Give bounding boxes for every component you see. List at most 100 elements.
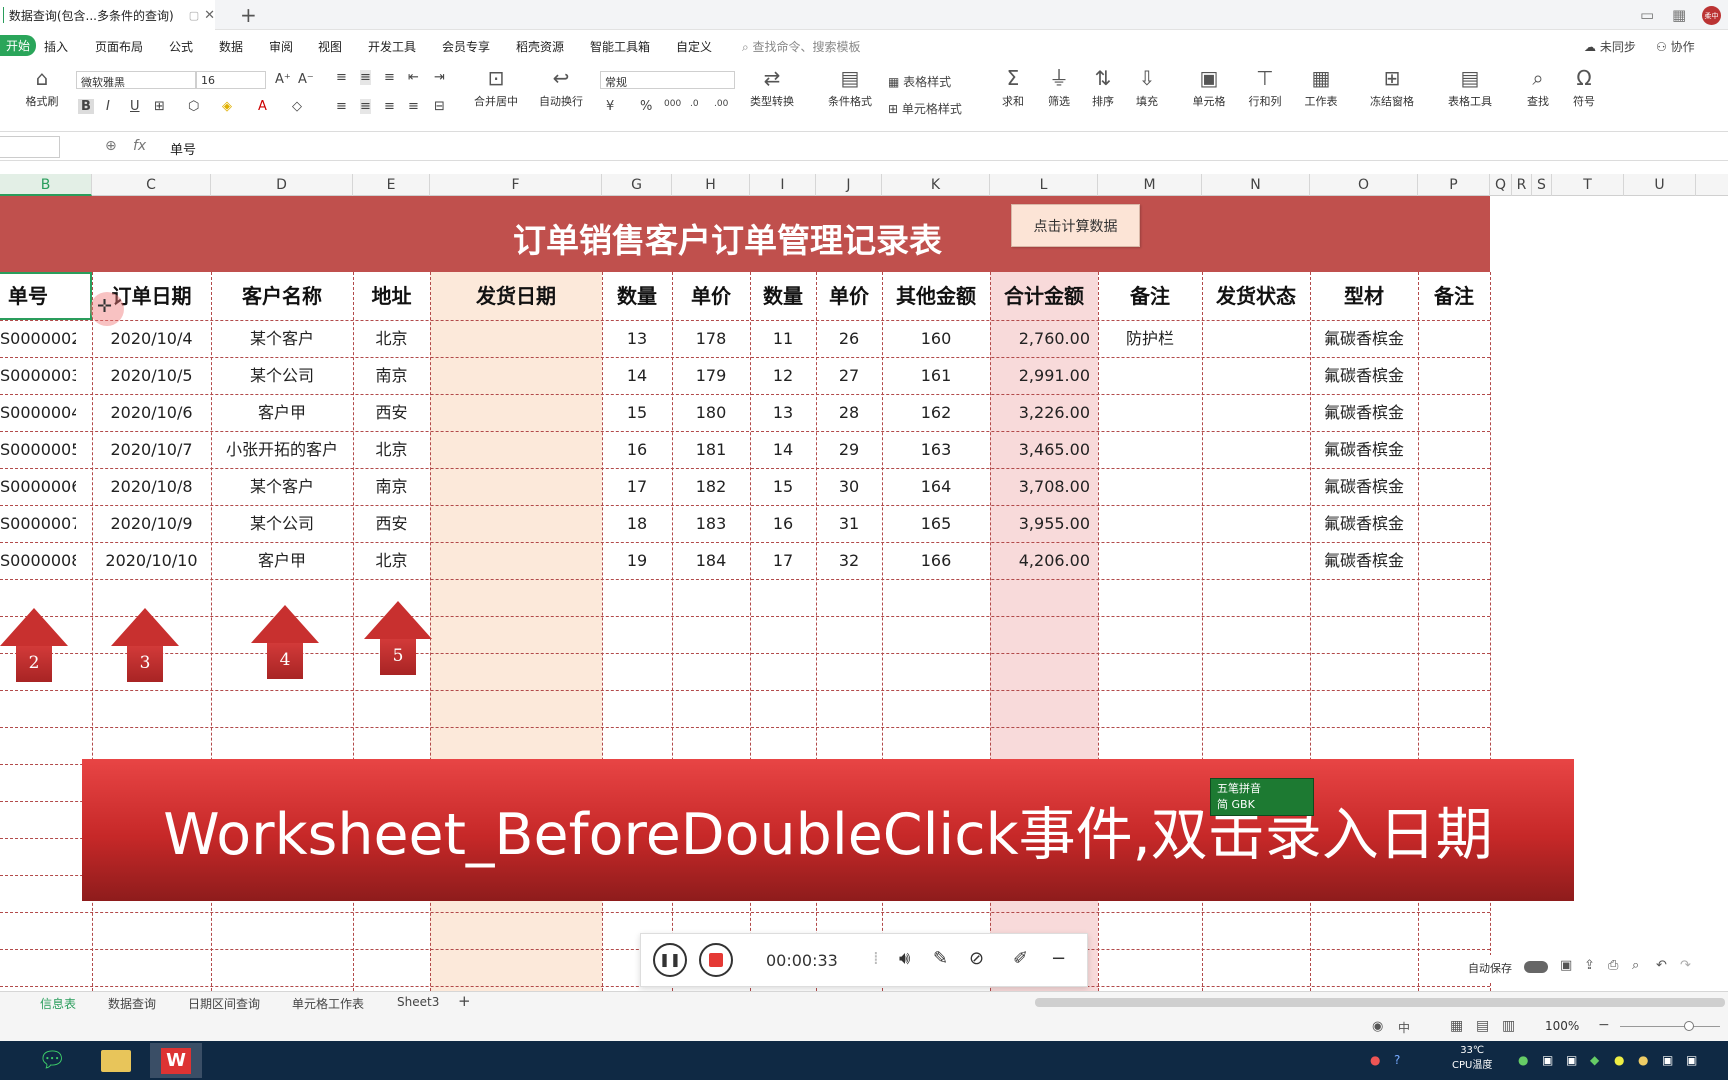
col-header-h[interactable]: H	[672, 174, 750, 196]
font-grow-icon[interactable]: A⁺	[275, 72, 291, 87]
col-header-p[interactable]: P	[1418, 174, 1490, 196]
cell-profile[interactable]: 氟碳香槟金	[1310, 357, 1418, 394]
horizontal-scrollbar[interactable]	[1035, 998, 1725, 1007]
sheet-tab-cell-sheet[interactable]: 单元格工作表	[292, 995, 364, 1012]
help-tray-icon[interactable]: ?	[1394, 1053, 1400, 1067]
speaker-icon[interactable]: 🔊︎	[899, 948, 910, 969]
menu-formula[interactable]: 公式	[169, 38, 193, 55]
col-header-c[interactable]: C	[92, 174, 211, 196]
calculate-data-button[interactable]: 点击计算数据	[1011, 204, 1140, 247]
type-convert-button[interactable]: ⇄ 类型转换	[742, 66, 802, 109]
cell-button[interactable]: ▣ 单元格	[1184, 66, 1234, 109]
sheet-tab-info[interactable]: 信息表	[40, 995, 76, 1012]
pause-button[interactable]: ❚❚	[653, 943, 687, 977]
menu-data[interactable]: 数据	[219, 38, 243, 55]
col-header-e[interactable]: E	[353, 174, 430, 196]
increase-decimal-icon[interactable]: .0	[690, 99, 699, 109]
font-name-select[interactable]: 微软雅黑	[76, 71, 196, 89]
header-remark[interactable]: 备注	[1098, 272, 1202, 320]
cell-order-no[interactable]: S0000005	[0, 431, 76, 468]
cell-ship-status[interactable]	[1202, 357, 1310, 394]
cell-ship-date[interactable]	[430, 394, 602, 431]
font-shrink-icon[interactable]: A⁻	[298, 72, 314, 87]
cell-remark[interactable]	[1098, 394, 1202, 431]
cell-remark-2[interactable]	[1418, 542, 1490, 579]
window-icon[interactable]: ▢	[189, 9, 199, 22]
zoom-slider-handle[interactable]	[1684, 1021, 1694, 1031]
cell-ship-date[interactable]	[430, 468, 602, 505]
indent-increase-icon[interactable]: ⇥	[434, 70, 445, 85]
col-header-g[interactable]: G	[602, 174, 672, 196]
col-header-l[interactable]: L	[990, 174, 1098, 196]
cell-order-date[interactable]: 2020/10/5	[92, 357, 211, 394]
align-top-icon[interactable]: ≡	[336, 70, 347, 85]
cell-other-amount[interactable]: 164	[882, 468, 990, 505]
header-qty-1[interactable]: 数量	[602, 272, 672, 320]
cell-order-no[interactable]: S0000004	[0, 394, 76, 431]
font-size-select[interactable]: 16	[196, 71, 266, 89]
cell-ship-status[interactable]	[1202, 542, 1310, 579]
cell-customer[interactable]: 某个公司	[211, 505, 353, 542]
sheet-tab-date-range[interactable]: 日期区间查询	[188, 995, 260, 1012]
menu-smart-toolbox[interactable]: 智能工具箱	[590, 38, 650, 55]
user-avatar[interactable]: 柔中	[1702, 6, 1721, 25]
save-icon[interactable]: ▣	[1560, 958, 1572, 973]
underline-button[interactable]: U	[130, 99, 140, 114]
cell-ship-date[interactable]	[430, 505, 602, 542]
add-sheet-icon[interactable]: +	[458, 992, 471, 1010]
cell-address[interactable]: 南京	[353, 357, 430, 394]
cell-price-2[interactable]: 29	[816, 431, 882, 468]
cell-qty-1[interactable]: 14	[602, 357, 672, 394]
cell-profile[interactable]: 氟碳香槟金	[1310, 431, 1418, 468]
cell-customer[interactable]: 某个客户	[211, 468, 353, 505]
cell-order-no[interactable]: S0000002	[0, 320, 76, 357]
cell-customer[interactable]: 某个客户	[211, 320, 353, 357]
clear-format-icon[interactable]: ◇	[292, 99, 302, 114]
indent-decrease-icon[interactable]: ⇤	[408, 70, 419, 85]
input-mode[interactable]: 中	[1398, 1019, 1410, 1036]
align-middle-icon[interactable]: ≡	[360, 70, 371, 85]
print-icon[interactable]: ⎙	[1608, 958, 1618, 973]
col-header-k[interactable]: K	[882, 174, 990, 196]
cell-qty-1[interactable]: 16	[602, 431, 672, 468]
align-left-icon[interactable]: ≡	[336, 99, 347, 114]
cell-remark[interactable]	[1098, 357, 1202, 394]
cell-customer[interactable]: 小张开拓的客户	[211, 431, 353, 468]
border-icon[interactable]: ⊞	[154, 99, 165, 114]
header-profile[interactable]: 型材	[1310, 272, 1418, 320]
menu-docer[interactable]: 稻壳资源	[516, 38, 564, 55]
cell-price-2[interactable]: 30	[816, 468, 882, 505]
sheet-tab-sheet3[interactable]: Sheet3	[397, 995, 439, 1009]
cell-style-button[interactable]: ⊞ 单元格样式	[888, 100, 962, 117]
drag-handle-icon[interactable]: ⁞	[873, 948, 879, 969]
align-center-icon[interactable]: ≡	[360, 99, 371, 114]
header-customer[interactable]: 客户名称	[211, 272, 353, 320]
col-header-m[interactable]: M	[1098, 174, 1202, 196]
col-header-u[interactable]: U	[1624, 174, 1696, 196]
cell-order-no[interactable]: S0000007	[0, 505, 76, 542]
cell-qty-1[interactable]: 13	[602, 320, 672, 357]
symbol-button[interactable]: Ω 符号	[1564, 66, 1604, 109]
menu-developer[interactable]: 开发工具	[368, 38, 416, 55]
cell-price-2[interactable]: 32	[816, 542, 882, 579]
camera-off-icon[interactable]: ⊘	[969, 948, 984, 969]
table-tools-button[interactable]: ▤ 表格工具	[1440, 66, 1500, 109]
eye-protection-icon[interactable]: ◉	[1372, 1019, 1383, 1034]
minimize-icon[interactable]: −	[1051, 948, 1066, 969]
autosave-toggle[interactable]	[1524, 961, 1548, 973]
fill-color-icon[interactable]: ◈	[222, 99, 232, 114]
cell-remark[interactable]	[1098, 468, 1202, 505]
cell-profile[interactable]: 氟碳香槟金	[1310, 468, 1418, 505]
zoom-formula-icon[interactable]: ⊕	[105, 138, 117, 154]
cell-qty-2[interactable]: 17	[750, 542, 816, 579]
undo-icon[interactable]: ↶	[1656, 958, 1667, 973]
cell-remark[interactable]	[1098, 542, 1202, 579]
bold-button[interactable]: B	[78, 99, 94, 114]
cell-order-date[interactable]: 2020/10/10	[92, 542, 211, 579]
layout-icon[interactable]: ▭	[1640, 6, 1654, 24]
cell-qty-1[interactable]: 15	[602, 394, 672, 431]
cell-price-2[interactable]: 28	[816, 394, 882, 431]
percent-icon[interactable]: %	[640, 99, 652, 114]
menu-member[interactable]: 会员专享	[442, 38, 490, 55]
cell-remark-2[interactable]	[1418, 505, 1490, 542]
